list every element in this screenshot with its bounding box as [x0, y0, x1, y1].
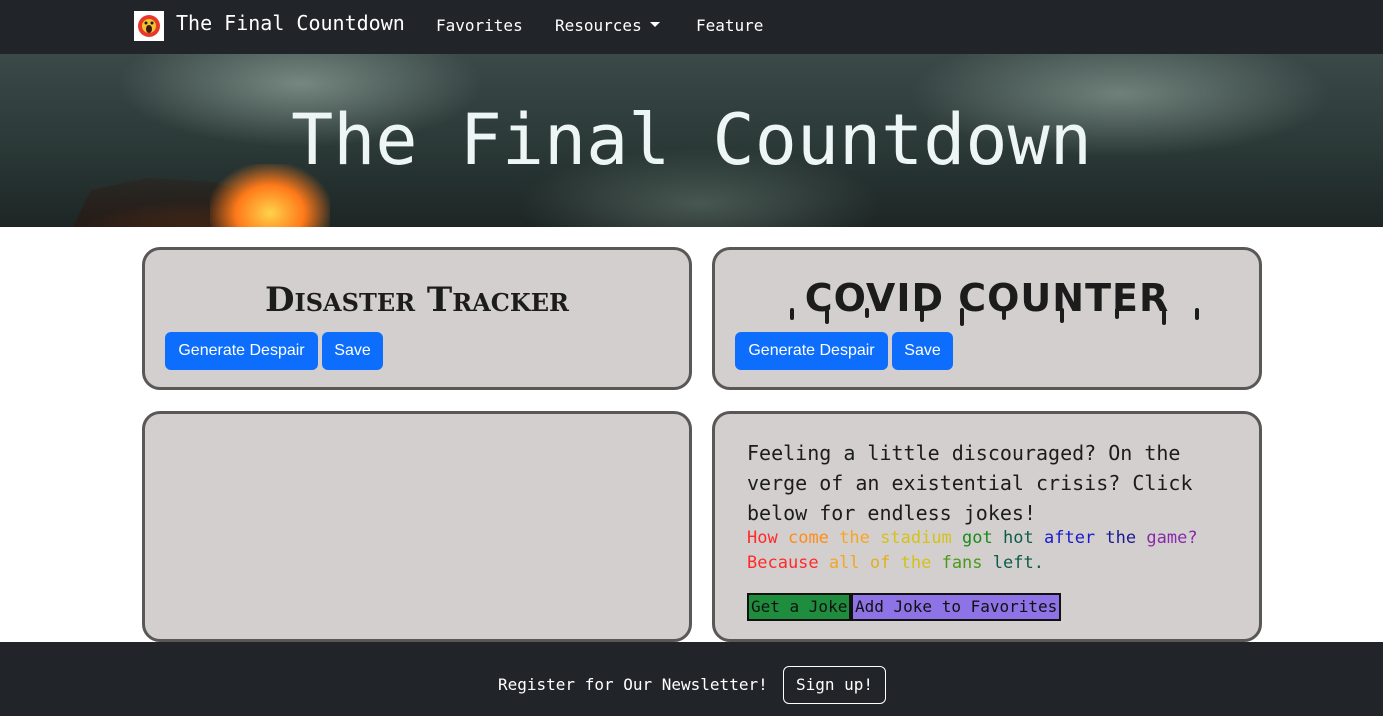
- joke-question: How come the stadium got hot after the g…: [747, 528, 1198, 548]
- empty-card: [142, 411, 692, 642]
- disaster-generate-despair-button[interactable]: Generate Despair: [165, 332, 318, 370]
- joke-word: How: [747, 528, 778, 548]
- navbar: The Final Countdown Favorites Resources …: [0, 0, 1383, 54]
- joke-word: left.: [992, 553, 1044, 573]
- get-joke-button[interactable]: Get a Joke: [747, 593, 852, 621]
- joke-word: of: [869, 553, 891, 573]
- joke-word: all: [828, 553, 860, 573]
- joke-word: hot: [1003, 528, 1034, 548]
- joke-answer: Because all of the fans left.: [747, 553, 1044, 573]
- joke-word: got: [962, 528, 993, 548]
- joke-card: Feeling a little discouraged? On the ver…: [712, 411, 1262, 642]
- joke-word: the: [1105, 528, 1137, 548]
- nav-resources-label: Resources: [555, 16, 642, 35]
- caret-down-icon: [649, 22, 660, 27]
- joke-word: the: [839, 528, 870, 548]
- nav-feature-link[interactable]: Feature: [696, 16, 763, 35]
- hero-title: The Final Countdown: [291, 99, 1092, 181]
- joke-word: fans: [941, 553, 983, 573]
- footer: Register for Our Newsletter! Sign up!: [0, 642, 1383, 716]
- joke-word: Because: [747, 553, 819, 573]
- disaster-tracker-title: Disaster Tracker: [265, 280, 569, 320]
- nav-favorites-link[interactable]: Favorites: [436, 16, 523, 35]
- covid-generate-despair-button[interactable]: Generate Despair: [735, 332, 888, 370]
- joke-word: the: [900, 553, 932, 573]
- disaster-save-button[interactable]: Save: [322, 332, 383, 370]
- scream-face-icon[interactable]: [134, 11, 164, 41]
- signup-button[interactable]: Sign up!: [783, 666, 886, 704]
- brand-title[interactable]: The Final Countdown: [176, 11, 405, 35]
- newsletter-text: Register for Our Newsletter!: [498, 675, 768, 694]
- add-joke-favorites-button[interactable]: Add Joke to Favorites: [851, 593, 1062, 621]
- joke-word: after: [1043, 528, 1096, 548]
- joke-intro-text: Feeling a little discouraged? On the ver…: [747, 441, 1193, 525]
- covid-counter-card: COVID COUNTER Generate Despair Save: [712, 247, 1262, 390]
- joke-word: game?: [1146, 528, 1198, 548]
- drip-decoration: [790, 308, 1199, 326]
- covid-save-button[interactable]: Save: [892, 332, 953, 370]
- nav-resources-dropdown[interactable]: Resources: [555, 16, 660, 35]
- joke-word: stadium: [880, 528, 952, 548]
- hero-banner: The Final Countdown: [0, 54, 1383, 227]
- joke-word: come: [787, 528, 829, 548]
- disaster-tracker-card: Disaster Tracker Generate Despair Save: [142, 247, 692, 390]
